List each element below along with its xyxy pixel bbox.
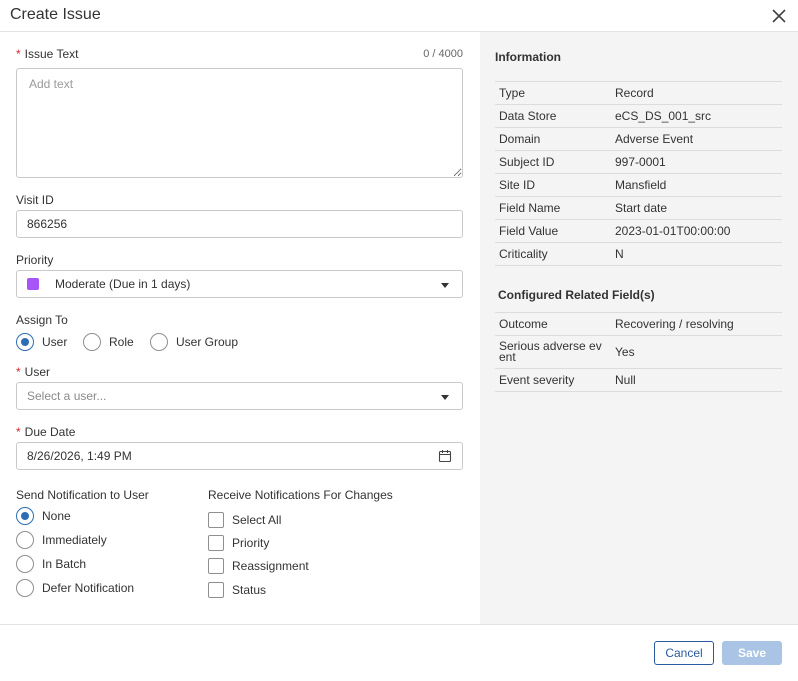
notify-in-batch-radio[interactable] bbox=[16, 555, 34, 573]
info-row: Criticality N bbox=[495, 243, 782, 266]
assign-to-role-radio[interactable] bbox=[83, 333, 101, 351]
information-title: Information bbox=[495, 50, 561, 64]
receive-priority-checkbox[interactable] bbox=[208, 535, 224, 551]
save-button[interactable]: Save bbox=[722, 641, 782, 665]
related-row: Outcome Recovering / resolving bbox=[495, 313, 782, 336]
user-label: * User bbox=[16, 365, 51, 379]
notify-none-option[interactable]: None bbox=[16, 507, 71, 525]
info-row: Subject ID 997-0001 bbox=[495, 151, 782, 174]
assign-to-user-radio[interactable] bbox=[16, 333, 34, 351]
priority-label: Priority bbox=[16, 253, 54, 267]
receive-select-all-checkbox[interactable] bbox=[208, 512, 224, 528]
info-row: Site ID Mansfield bbox=[495, 174, 782, 197]
visit-id-label: Visit ID bbox=[16, 193, 54, 207]
issue-form: *Issue Text 0 / 4000 Visit ID Priority M… bbox=[0, 32, 480, 624]
issue-text-input[interactable] bbox=[16, 68, 463, 178]
close-button[interactable] bbox=[770, 7, 788, 25]
receive-status-checkbox[interactable] bbox=[208, 582, 224, 598]
dialog-header: Create Issue bbox=[0, 0, 798, 32]
dialog-title: Create Issue bbox=[10, 6, 101, 23]
required-marker: * bbox=[16, 47, 21, 61]
issue-text-label: * Issue Text bbox=[16, 47, 79, 61]
required-marker: * bbox=[16, 425, 21, 439]
user-select[interactable]: Select a user... bbox=[16, 382, 463, 410]
priority-value: Moderate (Due in 1 days) bbox=[55, 277, 191, 291]
receive-reassignment-option[interactable]: Reassignment bbox=[208, 558, 309, 574]
receive-reassignment-checkbox[interactable] bbox=[208, 558, 224, 574]
send-notification-label: Send Notification to User bbox=[16, 488, 149, 502]
required-marker: * bbox=[16, 365, 21, 379]
info-row: Field Value 2023-01-01T00:00:00 bbox=[495, 220, 782, 243]
info-row: Domain Adverse Event bbox=[495, 128, 782, 151]
notify-immediately-radio[interactable] bbox=[16, 531, 34, 549]
info-row: Field Name Start date bbox=[495, 197, 782, 220]
due-date-value: 8/26/2026, 1:49 PM bbox=[27, 449, 132, 463]
related-fields-title: Configured Related Field(s) bbox=[498, 288, 655, 302]
assign-to-label: Assign To bbox=[16, 313, 68, 327]
assign-to-user-group-radio[interactable] bbox=[150, 333, 168, 351]
dialog-footer: Cancel Save bbox=[0, 624, 798, 681]
related-fields-table: Outcome Recovering / resolving Serious ad… bbox=[495, 312, 782, 392]
user-placeholder: Select a user... bbox=[27, 389, 107, 403]
information-panel: Information Type Record Data Store eCS_DS_… bbox=[480, 32, 798, 624]
cancel-button[interactable]: Cancel bbox=[654, 641, 714, 665]
notify-defer-radio[interactable] bbox=[16, 579, 34, 597]
calendar-icon[interactable] bbox=[438, 449, 452, 463]
receive-priority-option[interactable]: Priority bbox=[208, 535, 269, 551]
related-row: Serious adverse ev ent Yes bbox=[495, 336, 782, 369]
issue-text-counter: 0 / 4000 bbox=[423, 48, 463, 60]
assign-to-user-group-option[interactable]: User Group bbox=[150, 333, 238, 351]
related-row: Event severity Null bbox=[495, 369, 782, 392]
close-icon bbox=[772, 9, 786, 23]
chevron-down-icon bbox=[441, 283, 449, 288]
due-date-input[interactable]: 8/26/2026, 1:49 PM bbox=[16, 442, 463, 470]
assign-to-user-option[interactable]: User bbox=[16, 333, 67, 351]
create-issue-dialog: Create Issue *Issue Text 0 / 4000 Visit … bbox=[0, 0, 798, 681]
notify-immediately-option[interactable]: Immediately bbox=[16, 531, 107, 549]
priority-color-swatch bbox=[27, 278, 39, 290]
chevron-down-icon bbox=[441, 395, 449, 400]
notify-defer-option[interactable]: Defer Notification bbox=[16, 579, 134, 597]
visit-id-input[interactable] bbox=[16, 210, 463, 238]
info-row: Data Store eCS_DS_001_src bbox=[495, 105, 782, 128]
priority-select[interactable]: Moderate (Due in 1 days) bbox=[16, 270, 463, 298]
due-date-label: * Due Date bbox=[16, 425, 76, 439]
assign-to-role-option[interactable]: Role bbox=[83, 333, 134, 351]
notify-none-radio[interactable] bbox=[16, 507, 34, 525]
info-row: Type Record bbox=[495, 82, 782, 105]
notify-in-batch-option[interactable]: In Batch bbox=[16, 555, 86, 573]
information-table: Type Record Data Store eCS_DS_001_src Doma… bbox=[495, 81, 782, 266]
receive-select-all-option[interactable]: Select All bbox=[208, 512, 281, 528]
receive-status-option[interactable]: Status bbox=[208, 582, 266, 598]
receive-notifications-label: Receive Notifications For Changes bbox=[208, 488, 393, 502]
